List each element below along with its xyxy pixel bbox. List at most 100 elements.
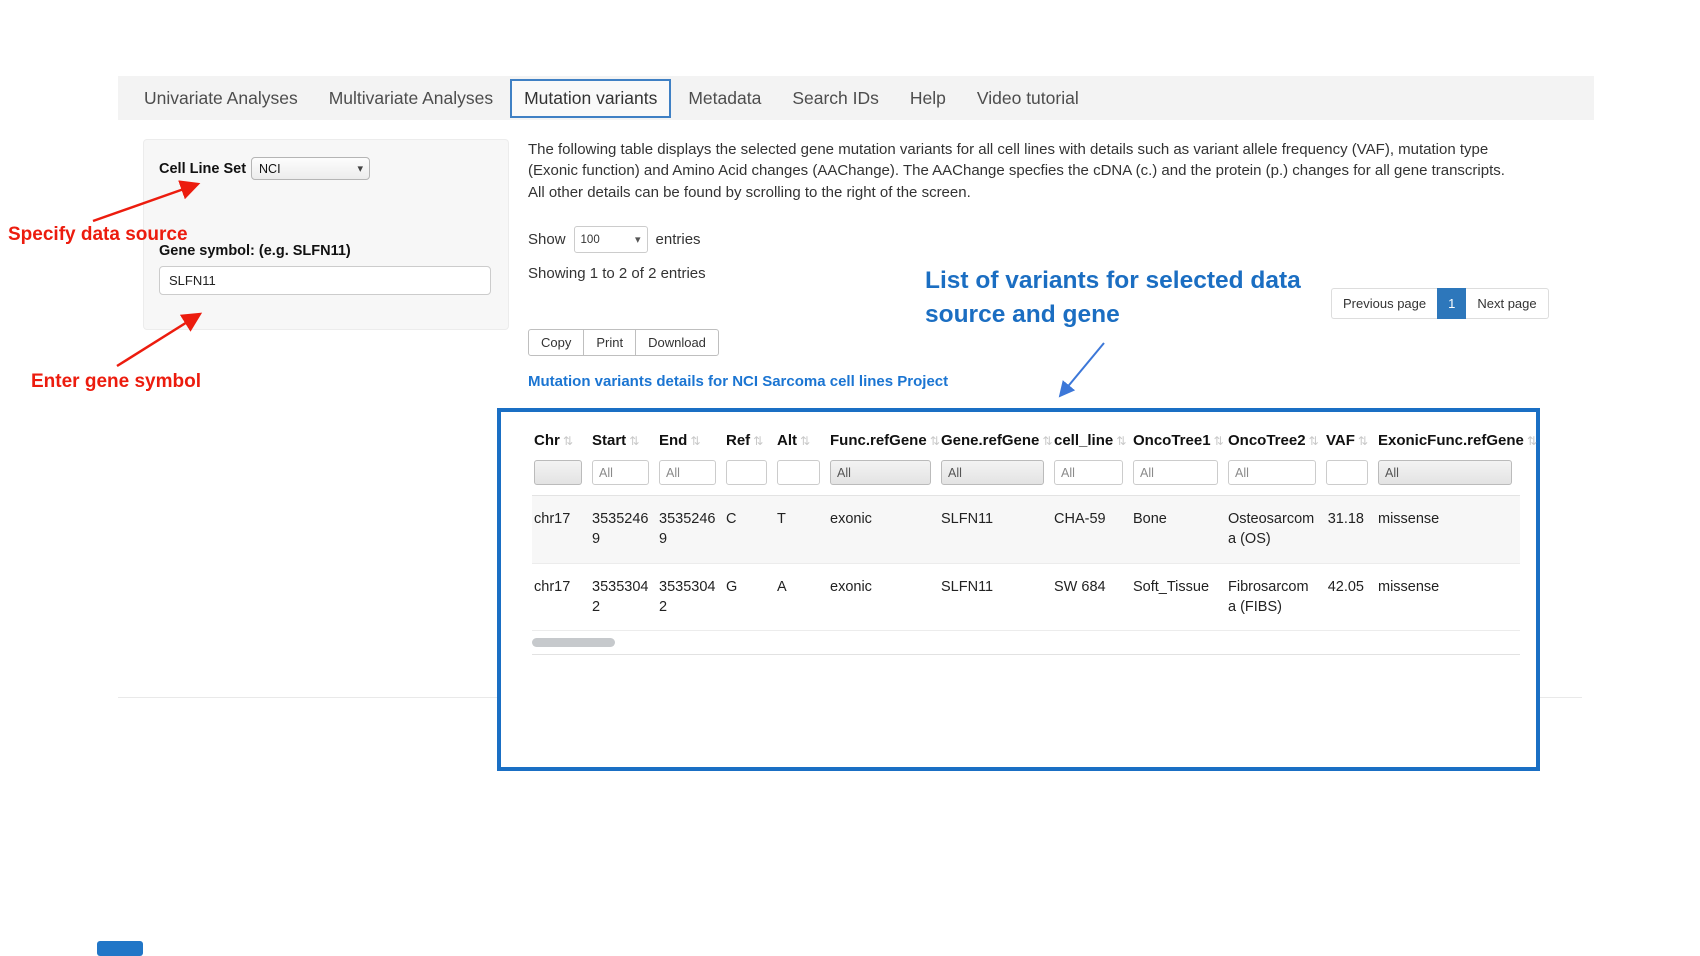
cell-oncotree1: Soft_Tissue [1131,563,1226,631]
tab-metadata[interactable]: Metadata [674,79,775,118]
col-header-cell-line[interactable]: cell_line⇅ [1052,422,1131,458]
show-label: Show [528,231,566,248]
sort-icon: ⇅ [753,434,763,448]
cell-oncotree2: Fibrosarcoma (FIBS) [1226,563,1324,631]
table-row[interactable]: chr17 35352469 35352469 C T exonic SLFN1… [532,496,1520,564]
cell-func-refgene: exonic [828,496,939,564]
cell-gene-refgene: SLFN11 [939,563,1052,631]
table-row[interactable]: chr17 35353042 35353042 G A exonic SLFN1… [532,563,1520,631]
cell-exonicfunc-refgene: missense [1376,563,1520,631]
previous-page-button[interactable]: Previous page [1331,288,1437,319]
print-button[interactable]: Print [583,329,636,356]
col-header-label: Chr [534,432,560,449]
variants-table: Chr⇅ Start⇅ End⇅ Ref⇅ Alt⇅ Func.refGene⇅… [532,422,1520,631]
col-header-label: cell_line [1054,432,1113,449]
partial-blue-box [97,941,143,956]
sort-icon: ⇅ [563,434,573,448]
filter-exonicfunc-refgene[interactable] [1378,460,1512,485]
filter-func-refgene[interactable] [830,460,931,485]
download-button[interactable]: Download [635,329,719,356]
filter-cell [1376,458,1520,496]
sort-icon: ⇅ [1116,434,1126,448]
filter-cell [657,458,724,496]
cell-line-set-select[interactable]: NCI ▾ [251,157,370,180]
col-header-oncotree1[interactable]: OncoTree1⇅ [1131,422,1226,458]
cell-line-set-selected-value: NCI [259,162,281,176]
sort-icon: ⇅ [930,434,940,448]
tab-univariate-analyses[interactable]: Univariate Analyses [130,79,312,118]
filter-cell [1226,458,1324,496]
sort-icon: ⇅ [629,434,639,448]
col-header-label: Start [592,432,626,449]
filter-end[interactable] [659,460,716,485]
sort-icon: ⇅ [1042,434,1052,448]
filter-chr[interactable] [534,460,582,485]
col-header-label: Ref [726,432,750,449]
controls-panel: Cell Line Set NCI ▾ Gene symbol: (e.g. S… [143,139,509,330]
copy-button[interactable]: Copy [528,329,584,356]
tab-help[interactable]: Help [896,79,960,118]
filter-ref[interactable] [726,460,767,485]
filter-cell [590,458,657,496]
variants-table-container: Chr⇅ Start⇅ End⇅ Ref⇅ Alt⇅ Func.refGene⇅… [497,408,1540,771]
sort-icon: ⇅ [1527,434,1537,448]
gene-symbol-input[interactable] [159,266,491,295]
filter-cell [828,458,939,496]
entries-label: entries [656,231,701,248]
filter-cell [775,458,828,496]
export-toolbar: Copy Print Download [528,329,718,356]
filter-vaf[interactable] [1326,460,1368,485]
filter-gene-refgene[interactable] [941,460,1044,485]
filter-cell-line[interactable] [1054,460,1123,485]
filter-oncotree1[interactable] [1133,460,1218,485]
cell-cell-line: SW 684 [1052,563,1131,631]
col-header-label: ExonicFunc.refGene [1378,432,1524,449]
cell-oncotree2: Osteosarcoma (OS) [1226,496,1324,564]
scrollbar-thumb[interactable] [532,638,615,647]
filter-cell [724,458,775,496]
col-header-label: Alt [777,432,797,449]
col-header-chr[interactable]: Chr⇅ [532,422,590,458]
col-header-label: VAF [1326,432,1355,449]
filter-cell [1131,458,1226,496]
entries-count-select[interactable]: 100 ▾ [574,226,648,253]
cell-gene-refgene: SLFN11 [939,496,1052,564]
table-bottom-divider [532,654,1520,655]
gene-symbol-label: Gene symbol: (e.g. SLFN11) [159,243,493,259]
tab-multivariate-analyses[interactable]: Multivariate Analyses [315,79,507,118]
col-header-func-refgene[interactable]: Func.refGene⇅ [828,422,939,458]
filter-start[interactable] [592,460,649,485]
entries-count-value: 100 [581,234,600,246]
col-header-oncotree2[interactable]: OncoTree2⇅ [1226,422,1324,458]
col-header-end[interactable]: End⇅ [657,422,724,458]
annotation-enter-gene-symbol: Enter gene symbol [31,371,201,393]
col-header-ref[interactable]: Ref⇅ [724,422,775,458]
col-header-alt[interactable]: Alt⇅ [775,422,828,458]
page-number-button[interactable]: 1 [1437,288,1466,319]
sort-icon: ⇅ [800,434,810,448]
tab-search-ids[interactable]: Search IDs [778,79,893,118]
table-title-link[interactable]: Mutation variants details for NCI Sarcom… [528,373,948,390]
top-navbar: Univariate Analyses Multivariate Analyse… [118,76,1594,120]
cell-alt: T [775,496,828,564]
tab-mutation-variants[interactable]: Mutation variants [510,79,671,118]
filter-alt[interactable] [777,460,820,485]
tab-video-tutorial[interactable]: Video tutorial [963,79,1093,118]
col-header-exonicfunc-refgene[interactable]: ExonicFunc.refGene⇅ [1376,422,1520,458]
cell-chr: chr17 [532,496,590,564]
cell-vaf: 42.05 [1324,563,1376,631]
col-header-vaf[interactable]: VAF⇅ [1324,422,1376,458]
col-header-start[interactable]: Start⇅ [590,422,657,458]
cell-line-set-label: Cell Line Set [159,161,246,177]
annotation-specify-data-source: Specify data source [8,224,188,246]
cell-end: 35352469 [657,496,724,564]
col-header-label: OncoTree1 [1133,432,1211,449]
filter-oncotree2[interactable] [1228,460,1316,485]
cell-line-set-row: Cell Line Set NCI ▾ [159,157,493,180]
col-header-label: End [659,432,687,449]
next-page-button[interactable]: Next page [1466,288,1548,319]
cell-alt: A [775,563,828,631]
horizontal-scrollbar[interactable] [532,638,1520,648]
annotation-list-of-variants: List of variants for selected data sourc… [925,264,1325,332]
col-header-gene-refgene[interactable]: Gene.refGene⇅ [939,422,1052,458]
